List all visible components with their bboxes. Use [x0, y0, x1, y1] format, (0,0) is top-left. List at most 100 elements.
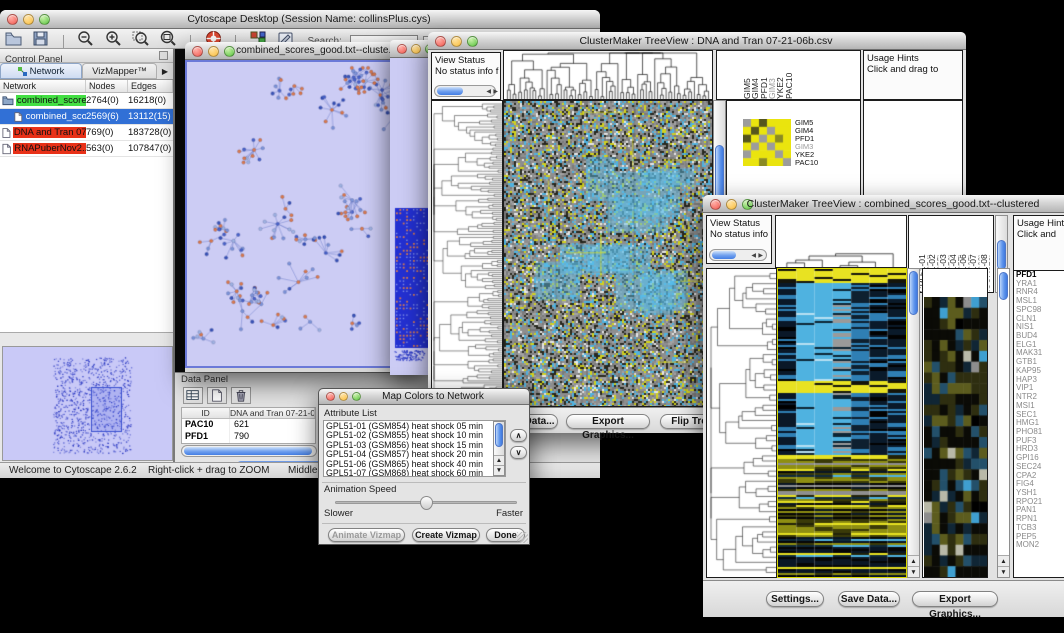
data-table: PAC10621PFD1790 [182, 419, 315, 443]
animation-slider[interactable] [335, 501, 517, 504]
save-icon[interactable] [31, 30, 50, 47]
column-header[interactable]: Nodes [86, 80, 128, 92]
resize-grip[interactable] [517, 532, 528, 543]
background-network-window [390, 40, 428, 375]
gene-label: MON2 [1016, 541, 1064, 550]
move-down-button[interactable]: ∨ [510, 446, 527, 459]
network-row[interactable]: combined_sco...2569(6)13112(15) [0, 109, 173, 125]
document-icon [2, 127, 11, 139]
animation-speed-label: Animation Speed [324, 484, 396, 495]
status-pan-hint: Middle- [288, 465, 321, 476]
tab-overflow-button[interactable]: ▶ [157, 63, 173, 79]
network-nodes: 2764(0) [86, 95, 128, 106]
zoom-out-icon[interactable] [76, 30, 95, 47]
network-nodes: 563(0) [86, 143, 128, 154]
dialog-title: Map Colors to Network [343, 391, 523, 402]
network-edges: 107847(0) [128, 143, 173, 154]
tv1-usage-hints: Usage HintsClick and drag to [863, 50, 963, 100]
network-nodes: 769(0) [86, 127, 128, 138]
column-header[interactable]: DNA and Tran 07-21-06... [230, 408, 315, 418]
tv1-detail-header-pane: GIM5GIM4PFD1GIM3YKE2PAC10 [716, 50, 861, 100]
network-list-empty [0, 157, 173, 333]
float-panel-icon[interactable] [159, 51, 168, 60]
new-attribute-icon[interactable] [207, 387, 227, 404]
minimize-button[interactable] [411, 44, 421, 54]
rotated-column-label: YKE2 [776, 53, 784, 99]
create-vizmap-button[interactable]: Create Vizmap [412, 528, 480, 542]
tv2-settings-button[interactable]: Settings... [766, 591, 824, 607]
main-titlebar[interactable]: Cytoscape Desktop (Session Name: collins… [0, 10, 600, 29]
tab-vizmapper[interactable]: VizMapper™ [82, 63, 157, 79]
network-table-header: NetworkNodesEdges [0, 80, 173, 93]
tv2-row-dendrogram-pane[interactable] [706, 268, 777, 578]
treeview2-titlebar[interactable]: ClusterMaker TreeView : combined_scores_… [703, 195, 1064, 213]
data-panel-hscrollbar[interactable] [181, 445, 317, 457]
network-overview-pane[interactable] [2, 346, 173, 461]
open-folder-icon[interactable] [4, 30, 23, 47]
tv2-detail-scrollbar[interactable]: ▲▼ [997, 268, 1010, 578]
close-button[interactable] [710, 199, 721, 210]
attribute-list-label: Attribute List [319, 405, 529, 420]
network-name: RNAPuberNov2... [13, 143, 86, 154]
background-network-canvas[interactable] [390, 58, 428, 375]
tv1-export-graphics-button[interactable]: Export Graphics... [566, 414, 650, 429]
column-header[interactable]: ID [182, 408, 230, 418]
close-button[interactable] [435, 36, 446, 47]
tv2-status-scrollbar[interactable]: ◀▶ [709, 249, 767, 261]
slider-thumb[interactable] [420, 496, 433, 510]
column-header[interactable]: Edges [128, 80, 173, 92]
data-row[interactable]: PFD1790 [182, 431, 315, 443]
tv1-gene-labels: GIM5GIM4PFD1GIM3YKE2PAC10 [795, 119, 855, 167]
tv1-view-status: View StatusNo status info f ◀▶ [431, 52, 501, 100]
close-button[interactable] [397, 44, 407, 54]
move-up-button[interactable]: ∧ [510, 429, 527, 442]
tv2-save-data-button[interactable]: Save Data... [838, 591, 900, 607]
background-network-titlebar[interactable] [390, 40, 428, 58]
tv2-heatmap-scrollbar[interactable]: ▲▼ [907, 268, 920, 578]
tv1-status-scrollbar[interactable]: ◀▶ [434, 85, 496, 97]
zoom-selected-icon[interactable] [131, 30, 150, 47]
network-edges: 13112(15) [128, 111, 173, 122]
tv1-row-dendrogram-pane[interactable] [431, 100, 503, 407]
tv1-detail-heatmap[interactable] [743, 119, 791, 166]
map-colors-dialog: Map Colors to Network Attribute List GPL… [318, 388, 530, 545]
row-value: 790 [230, 431, 315, 443]
status-zoom-hint: Right-click + drag to ZOOM [148, 465, 269, 476]
tv2-heatmap-pane[interactable] [777, 268, 907, 578]
tv2-detail-heatmap[interactable] [924, 297, 987, 577]
tv2-detail-pane[interactable] [922, 268, 988, 578]
rotated-column-label: PAC10 [785, 53, 793, 99]
zoom-in-icon[interactable] [104, 30, 123, 47]
animate-vizmap-button[interactable]: Animate Vizmap [328, 528, 405, 542]
network-row[interactable]: DNA and Tran 07...769(0)183728(0) [0, 125, 173, 141]
rotated-column-label: GIM4 [751, 53, 759, 99]
delete-attribute-icon[interactable] [231, 387, 251, 404]
network-overview-canvas[interactable] [3, 347, 172, 460]
tv2-export-graphics-button[interactable]: Export Graphics... [912, 591, 998, 607]
tab-network[interactable]: Network [0, 63, 82, 79]
tv1-detail-column-labels: GIM5GIM4PFD1GIM3YKE2PAC10 [743, 53, 793, 99]
dialog-titlebar[interactable]: Map Colors to Network [319, 389, 529, 405]
network-edges: 16218(0) [128, 95, 173, 106]
attribute-list-scrollbar[interactable]: ▲▼ [493, 421, 505, 476]
column-header[interactable]: Network [0, 80, 86, 92]
network-row[interactable]: combined_scores2764(0)16218(0) [0, 93, 173, 109]
treeview2-title: ClusterMaker TreeView : combined_scores_… [733, 198, 1053, 210]
attribute-select-icon[interactable] [183, 387, 203, 404]
tv2-button-bar: Settings... Save Data... Export Graphics… [703, 580, 1064, 617]
attribute-item[interactable]: GPL51-07 (GSM868) heat shock 60 min [326, 469, 503, 477]
slider-slower-label: Slower [324, 508, 353, 519]
attribute-list[interactable]: GPL51-01 (GSM854) heat shock 05 minGPL51… [323, 420, 506, 477]
close-button[interactable] [326, 392, 335, 401]
close-button[interactable] [192, 46, 203, 57]
treeview1-titlebar[interactable]: ClusterMaker TreeView : DNA and Tran 07-… [428, 32, 966, 50]
close-button[interactable] [7, 14, 18, 25]
status-welcome: Welcome to Cytoscape 2.6.2 [9, 465, 137, 476]
desktop: Cytoscape Desktop (Session Name: collins… [0, 0, 1064, 633]
tv1-column-dendrogram-pane[interactable] [503, 50, 713, 100]
tv1-heatmap-pane[interactable] [503, 100, 713, 407]
data-row[interactable]: PAC10621 [182, 419, 315, 431]
zoom-fit-icon[interactable] [159, 30, 178, 47]
network-row[interactable]: RNAPuberNov2...563(0)107847(0) [0, 141, 173, 157]
tv2-column-dendrogram-pane[interactable] [775, 215, 907, 268]
